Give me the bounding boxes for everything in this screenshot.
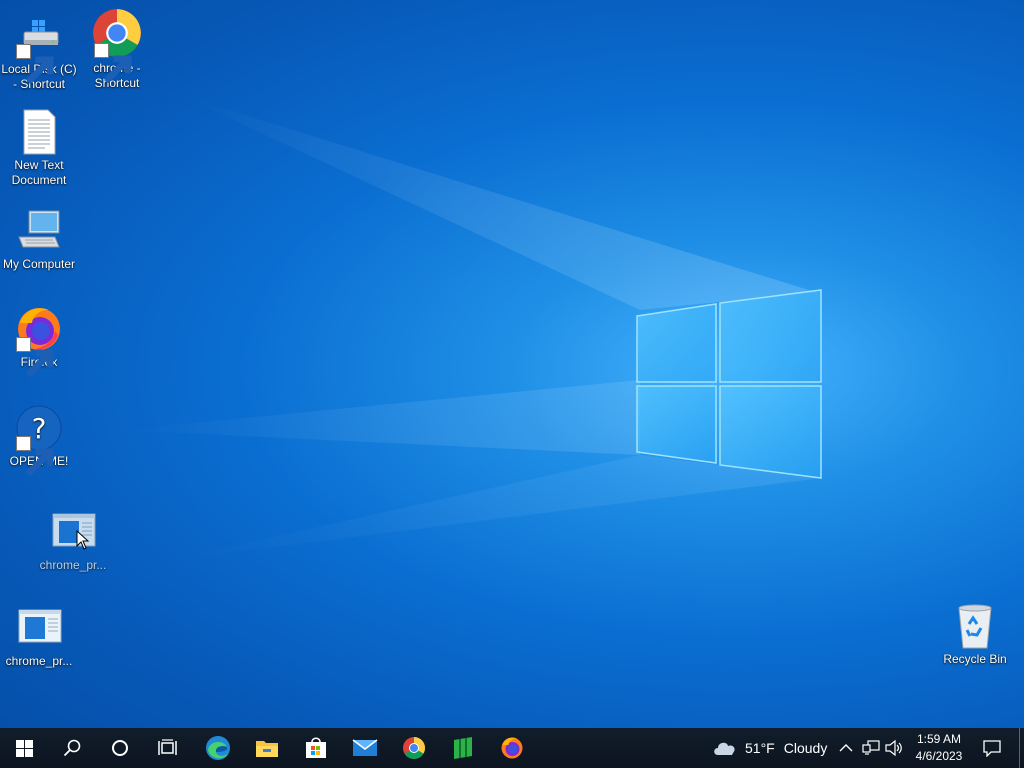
taskbar-file-explorer[interactable] xyxy=(243,728,291,768)
clock[interactable]: 1:59 AM 4/6/2023 xyxy=(905,731,973,765)
wallpaper-light-beams xyxy=(120,95,822,560)
windows-logo-wallpaper xyxy=(636,289,822,479)
mouse-cursor-icon xyxy=(76,530,89,550)
window-file-icon xyxy=(49,508,97,556)
network-icon xyxy=(862,740,880,755)
volume-button[interactable] xyxy=(885,728,903,768)
taskbar: 51°F Cloudy 1:59 AM 4/6/2023 xyxy=(0,728,1024,768)
icon-label: chrome_pr... xyxy=(39,558,107,572)
task-view-icon xyxy=(158,739,177,755)
search-button[interactable] xyxy=(48,728,96,768)
icon-label: Recycle Bin xyxy=(943,652,1007,666)
taskbar-edge[interactable] xyxy=(194,728,242,768)
cortana-button[interactable] xyxy=(96,728,144,768)
clock-time: 1:59 AM xyxy=(916,732,962,746)
start-button[interactable] xyxy=(0,728,48,768)
mail-icon xyxy=(352,739,378,756)
shortcut-arrow-icon xyxy=(16,337,54,378)
edge-icon xyxy=(206,736,230,760)
desktop-icon-firefox[interactable]: Firefox xyxy=(0,305,79,378)
weather-widget[interactable]: 51°F Cloudy xyxy=(712,728,827,768)
windows-start-icon xyxy=(15,739,33,757)
icon-label: New Text Document xyxy=(11,158,67,187)
taskbar-firefox[interactable] xyxy=(488,728,536,768)
chrome-icon xyxy=(403,737,425,759)
desktop-icon-chrome-shortcut[interactable]: chrome - Shortcut xyxy=(77,7,157,91)
window-file-icon xyxy=(15,604,63,652)
taskbar-chrome[interactable] xyxy=(390,728,438,768)
desktop-icon-recycle-bin[interactable]: Recycle Bin xyxy=(935,602,1015,667)
help-question-icon: ? xyxy=(15,404,63,477)
taskbar-store[interactable] xyxy=(292,728,340,768)
icon-label: My Computer xyxy=(2,257,76,271)
task-view-button[interactable] xyxy=(144,728,192,768)
clock-date: 4/6/2023 xyxy=(915,749,963,763)
taskbar-green-app[interactable] xyxy=(439,728,487,768)
green-app-icon xyxy=(454,737,472,759)
store-icon xyxy=(306,737,326,758)
recycle-bin-icon xyxy=(951,602,999,650)
weather-condition: Cloudy xyxy=(783,740,828,756)
network-button[interactable] xyxy=(862,728,880,768)
speaker-icon xyxy=(885,740,902,756)
shortcut-arrow-icon xyxy=(16,436,54,477)
desktop-icon-new-text-document[interactable]: New Text Document xyxy=(0,108,79,188)
shortcut-arrow-icon xyxy=(16,44,54,85)
cortana-icon xyxy=(112,740,128,756)
drive-icon xyxy=(15,12,63,85)
show-hidden-icons-button[interactable] xyxy=(839,728,853,768)
weather-temperature: 51°F xyxy=(745,740,775,756)
desktop-icon-my-computer[interactable]: My Computer xyxy=(0,207,79,272)
desktop-icon-open-me[interactable]: ? OPEN ME! xyxy=(0,404,79,477)
notifications-button[interactable] xyxy=(968,728,1016,768)
taskbar-mail[interactable] xyxy=(341,728,389,768)
show-desktop-button[interactable] xyxy=(1019,728,1020,768)
desktop-icon-local-disk[interactable]: Local Disk (C) - Shortcut xyxy=(0,12,79,92)
computer-icon xyxy=(15,207,63,255)
desktop-icon-chrome-pr[interactable]: chrome_pr... xyxy=(0,604,79,669)
shortcut-arrow-icon xyxy=(94,43,132,84)
file-explorer-icon xyxy=(256,741,278,757)
chrome-icon xyxy=(93,7,141,84)
icon-label: chrome_pr... xyxy=(5,654,73,668)
search-icon xyxy=(63,739,81,757)
cloud-icon xyxy=(714,742,735,755)
firefox-icon xyxy=(15,305,63,378)
desktop-icon-chrome-pr-dragging[interactable]: chrome_pr... xyxy=(33,508,113,573)
chevron-up-icon xyxy=(839,744,853,752)
text-document-icon xyxy=(15,108,63,156)
action-center-icon xyxy=(983,740,1001,757)
firefox-icon xyxy=(501,737,523,759)
